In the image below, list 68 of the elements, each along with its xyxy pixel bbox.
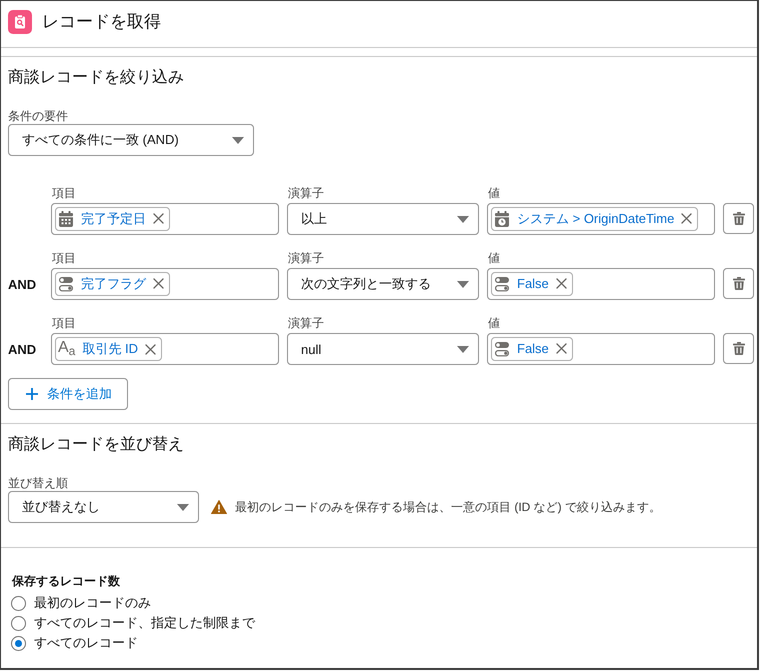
value-input[interactable]: False — [487, 268, 715, 300]
calendar-clock-icon — [494, 210, 510, 226]
operator-label: 演算子 — [287, 315, 324, 331]
operator-dropdown[interactable]: null — [287, 333, 479, 365]
field-input[interactable]: 完了予定日 — [51, 203, 279, 235]
field-input[interactable]: A$_{a}$ 取引先 ID — [51, 333, 279, 365]
trash-icon — [732, 342, 744, 355]
operator-label: 演算子 — [287, 185, 324, 201]
caret-icon — [457, 216, 469, 222]
value-label: 値 — [487, 315, 500, 331]
logic-connector: AND — [8, 342, 36, 356]
radio-button[interactable] — [11, 616, 26, 630]
caret-icon — [232, 136, 244, 144]
field-pill[interactable]: A$_{a}$ 取引先 ID — [55, 337, 162, 361]
requirement-label: 条件の要件 — [8, 108, 68, 124]
field-pill[interactable]: 完了フラグ — [55, 272, 170, 296]
close-icon[interactable] — [681, 213, 692, 224]
section-heading: 商談レコードを絞り込み — [8, 68, 184, 88]
toggle-icon — [494, 340, 510, 356]
field-input[interactable]: 完了フラグ — [51, 268, 279, 300]
value-pill[interactable]: システム > OriginDateTime — [491, 206, 698, 230]
caret-icon — [457, 280, 469, 288]
field-label: 項目 — [51, 250, 76, 266]
section-heading: 商談レコードを並び替え — [8, 435, 184, 455]
sort-order-dropdown[interactable]: 並び替えなし — [8, 491, 199, 523]
trash-icon — [732, 212, 744, 225]
sort-order-label: 並び替え順 — [8, 475, 68, 491]
value-input[interactable]: システム > OriginDateTime — [487, 203, 715, 235]
records-count-label: 保存するレコード数 — [12, 573, 120, 589]
delete-button[interactable] — [723, 203, 754, 234]
operator-dropdown[interactable]: 以上 — [287, 203, 479, 235]
value-input[interactable]: False — [487, 333, 715, 365]
close-icon[interactable] — [556, 343, 567, 354]
add-condition-button[interactable]: 条件を追加 — [8, 378, 128, 410]
radio-button[interactable] — [11, 636, 26, 650]
field-label: 項目 — [51, 315, 76, 331]
logic-connector: AND — [8, 276, 36, 292]
option-label[interactable]: すべてのレコード、指定した制限まで — [34, 614, 255, 632]
calendar-icon — [58, 210, 74, 226]
clipboard-icon — [8, 10, 32, 34]
field-pill[interactable]: 完了予定日 — [55, 206, 170, 230]
toggle-icon — [58, 276, 74, 292]
operator-dropdown[interactable]: 次の文字列と一致する — [287, 268, 479, 300]
caret-icon — [457, 346, 469, 352]
value-label: 値 — [487, 250, 500, 266]
panel-title: レコードを取得 — [42, 11, 161, 33]
requirement-dropdown[interactable]: すべての条件に一致 (AND) — [8, 124, 254, 156]
radio-button[interactable] — [11, 596, 26, 610]
plus-icon — [26, 388, 38, 400]
value-pill[interactable]: False — [491, 336, 573, 360]
warning-icon — [211, 500, 227, 514]
close-icon[interactable] — [153, 213, 164, 224]
delete-button[interactable] — [723, 268, 754, 299]
option-label[interactable]: すべてのレコード — [34, 634, 138, 652]
close-icon[interactable] — [556, 278, 567, 289]
field-label: 項目 — [51, 185, 76, 201]
caret-icon — [177, 504, 189, 510]
operator-label: 演算子 — [287, 250, 324, 266]
trash-icon — [732, 277, 744, 290]
option-label[interactable]: 最初のレコードのみ — [34, 594, 151, 612]
value-label: 値 — [487, 185, 500, 201]
value-pill[interactable]: False — [491, 272, 573, 296]
toggle-icon — [494, 276, 510, 292]
close-icon[interactable] — [144, 344, 156, 354]
close-icon[interactable] — [153, 278, 164, 289]
text-type-icon: A$_{a}$ — [58, 340, 76, 358]
warning-text: 最初のレコードのみを保存する場合は、一意の項目 (ID など) で絞り込みます。 — [235, 498, 661, 516]
delete-button[interactable] — [723, 333, 754, 364]
